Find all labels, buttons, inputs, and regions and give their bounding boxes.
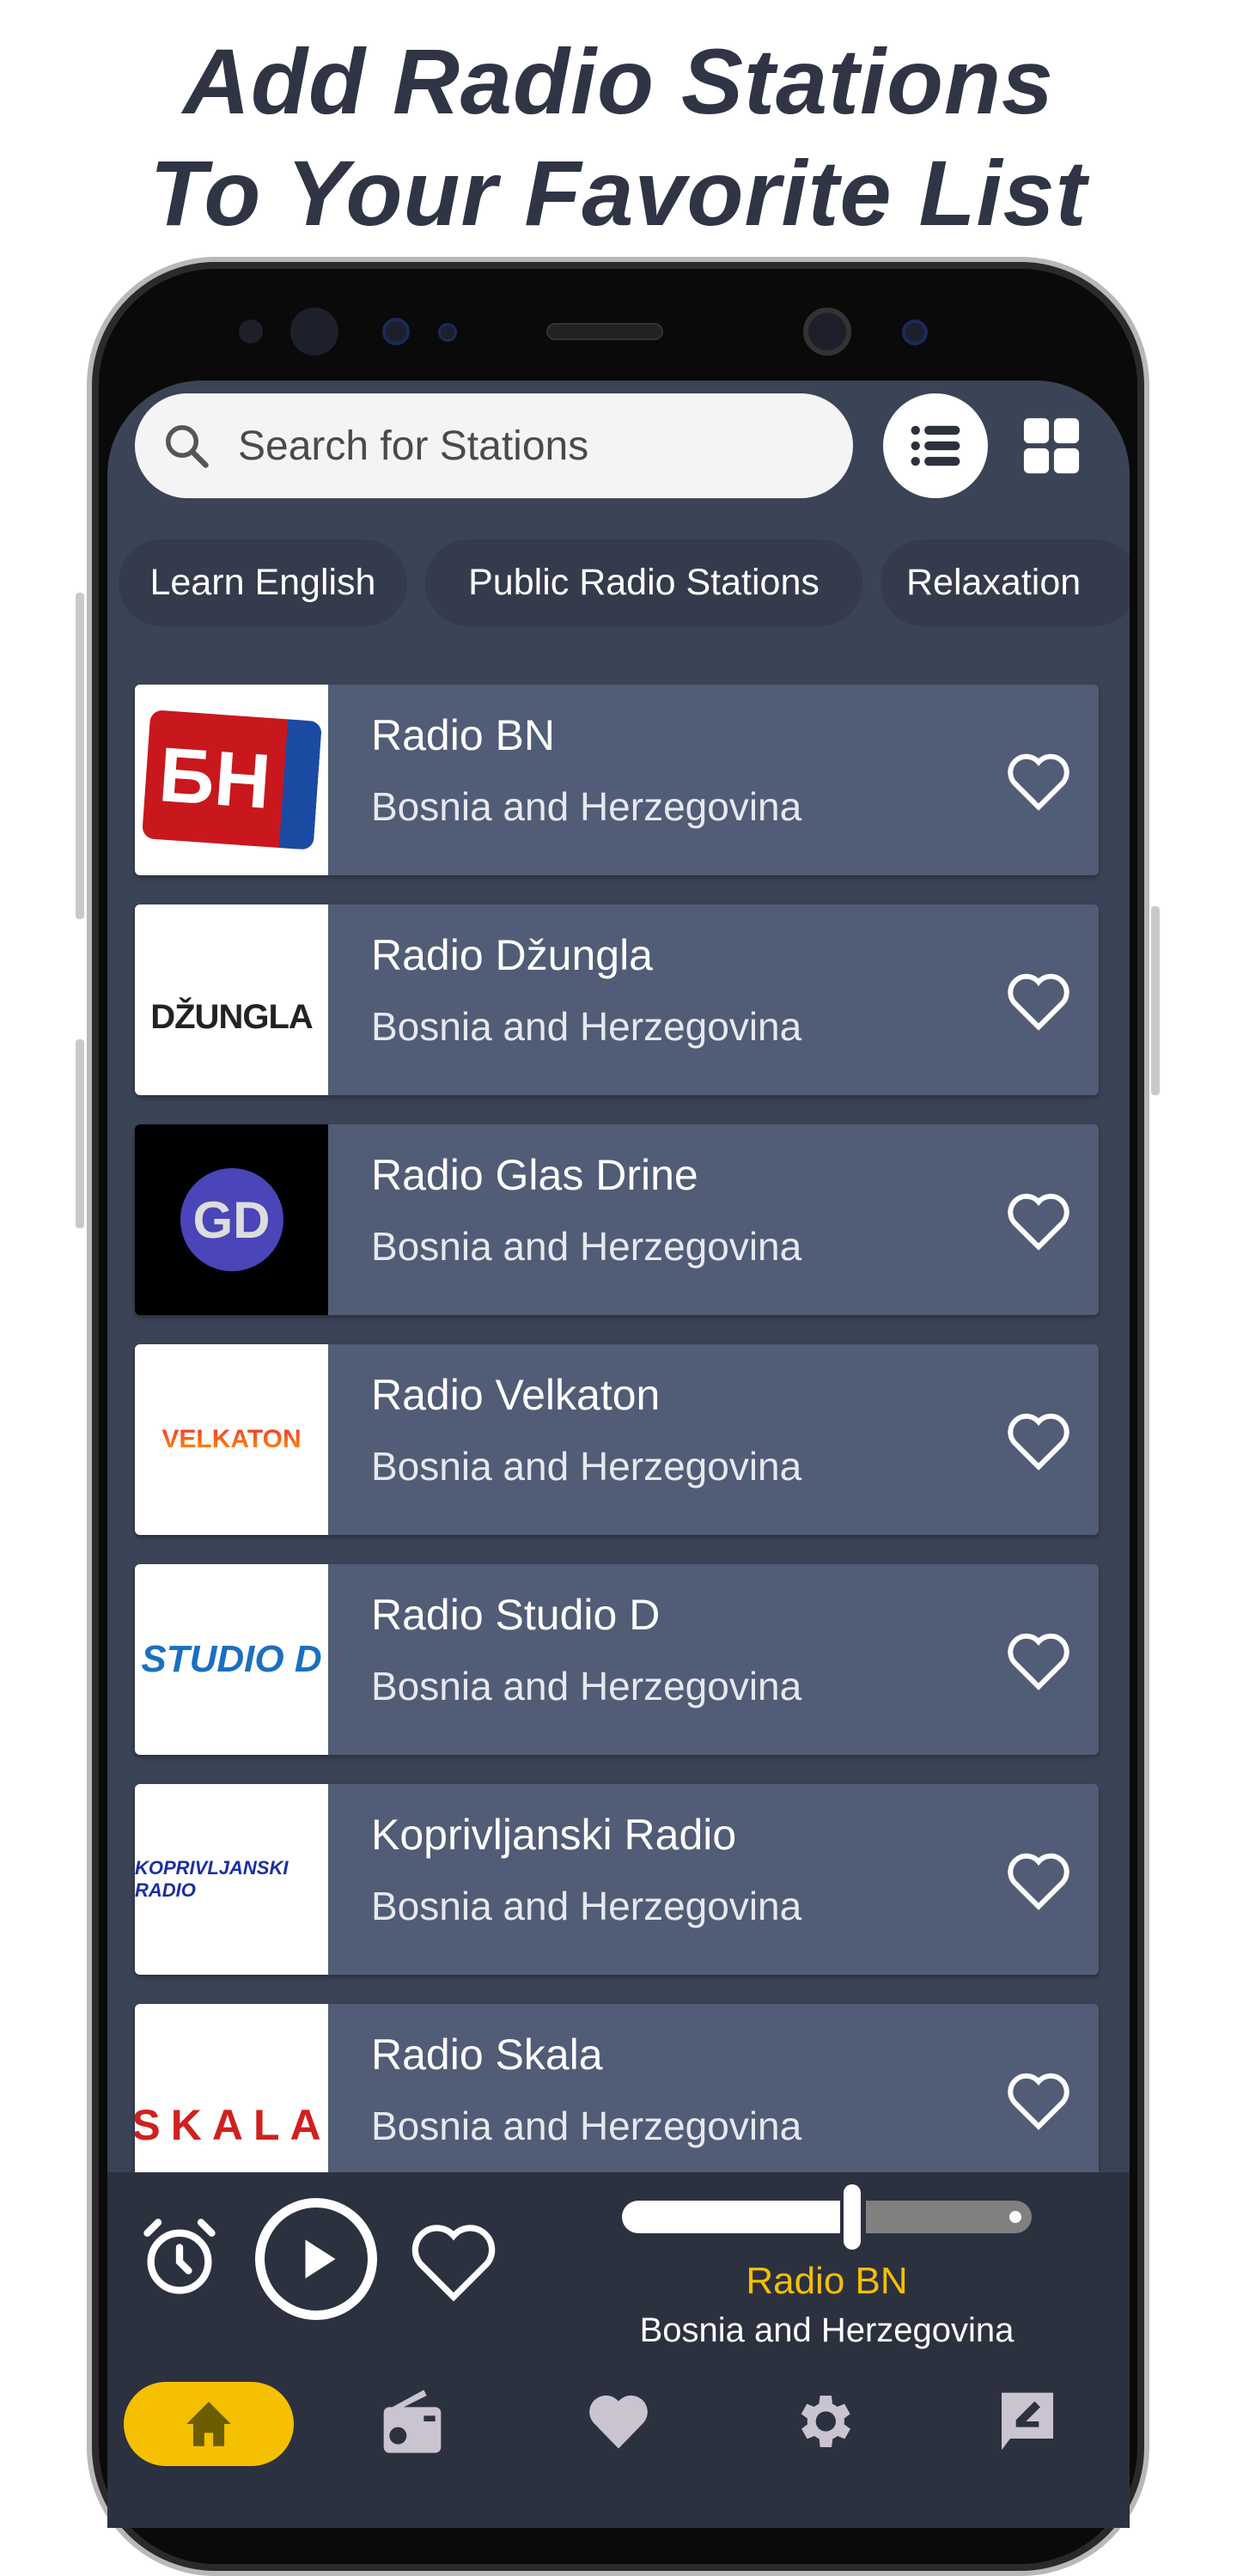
settings-icon[interactable] <box>789 2387 857 2456</box>
station-name: Radio Studio D <box>371 1591 661 1639</box>
chip-public-radio[interactable]: Public Radio Stations <box>425 539 862 626</box>
station-country: Bosnia and Herzegovina <box>371 1224 802 1269</box>
front-camera-icon <box>803 308 851 356</box>
search-icon <box>166 425 209 468</box>
sensor-icon <box>290 308 338 356</box>
station-card[interactable]: STUDIO D Radio Studio D Bosnia and Herze… <box>135 1564 1099 1755</box>
chip-relaxation[interactable]: Relaxation <box>881 539 1130 626</box>
station-name: Radio BN <box>371 711 555 759</box>
now-playing-title: Radio BN <box>746 2260 908 2302</box>
search-input[interactable]: Search for Stations <box>135 393 853 498</box>
station-name: Radio Velkaton <box>371 1371 661 1419</box>
station-name: Radio Skala <box>371 2031 603 2079</box>
nav-home[interactable] <box>124 2382 294 2466</box>
station-logo: GD <box>135 1124 328 1315</box>
station-logo: SKALA <box>135 2004 328 2195</box>
phone-side-button <box>1151 906 1160 1095</box>
station-card[interactable]: БН Radio BN Bosnia and Herzegovina <box>135 685 1099 875</box>
radio-icon[interactable] <box>378 2387 447 2456</box>
favorite-heart-icon[interactable] <box>1004 1185 1073 1254</box>
favorites-icon[interactable] <box>584 2387 653 2456</box>
headline-line-1: Add Radio Stations <box>183 29 1054 133</box>
station-country: Bosnia and Herzegovina <box>371 2104 802 2148</box>
favorite-heart-icon[interactable] <box>1004 965 1073 1034</box>
favorite-heart-icon[interactable] <box>1004 1625 1073 1694</box>
favorite-heart-icon[interactable] <box>1004 2065 1073 2134</box>
station-logo: БН <box>135 685 328 875</box>
earpiece <box>546 323 663 340</box>
volume-thumb[interactable] <box>844 2184 862 2250</box>
station-name: Radio Džungla <box>371 931 653 979</box>
station-card[interactable]: GD Radio Glas Drine Bosnia and Herzegovi… <box>135 1124 1099 1315</box>
station-country: Bosnia and Herzegovina <box>371 1664 802 1708</box>
feedback-icon[interactable] <box>993 2387 1062 2456</box>
station-country: Bosnia and Herzegovina <box>371 1004 802 1049</box>
sensor-icon <box>902 320 928 345</box>
station-card[interactable]: VELKATON Radio Velkaton Bosnia and Herze… <box>135 1344 1099 1535</box>
list-view-icon <box>911 425 960 466</box>
station-country: Bosnia and Herzegovina <box>371 1444 802 1489</box>
sensor-icon <box>438 323 457 342</box>
favorite-outline-icon[interactable] <box>406 2217 501 2303</box>
list-view-button[interactable] <box>883 393 988 498</box>
play-button[interactable] <box>255 2198 377 2320</box>
station-country: Bosnia and Herzegovina <box>371 1884 802 1928</box>
station-card[interactable]: KOPRIVLJANSKI RADIO Koprivljanski Radio … <box>135 1784 1099 1975</box>
station-logo: KOPRIVLJANSKI RADIO <box>135 1784 328 1975</box>
sensor-icon <box>239 320 263 344</box>
search-placeholder: Search for Stations <box>238 423 589 469</box>
phone-side-button <box>76 1039 84 1228</box>
app-screen: Search for Stations Learn English Public… <box>107 381 1130 2528</box>
play-icon <box>305 2239 336 2279</box>
station-logo: DŽUNGLA <box>135 904 328 1095</box>
headline-line-2: To Your Favorite List <box>149 141 1088 245</box>
sensor-icon <box>382 318 410 345</box>
alarm-icon[interactable] <box>137 2215 222 2301</box>
station-card[interactable]: SKALA Radio Skala Bosnia and Herzegovina <box>135 2004 1099 2195</box>
chip-learn-english[interactable]: Learn English <box>119 539 407 626</box>
now-playing-country: Bosnia and Herzegovina <box>639 2311 1015 2349</box>
phone-side-button <box>76 593 84 919</box>
station-name: Koprivljanski Radio <box>371 1811 737 1859</box>
station-logo: VELKATON <box>135 1344 328 1535</box>
favorite-heart-icon[interactable] <box>1004 1845 1073 1914</box>
station-country: Bosnia and Herzegovina <box>371 784 802 829</box>
home-icon <box>186 2402 231 2446</box>
favorite-heart-icon[interactable] <box>1004 746 1073 814</box>
favorite-heart-icon[interactable] <box>1004 1405 1073 1474</box>
grid-view-icon[interactable] <box>1021 416 1082 476</box>
station-card[interactable]: DŽUNGLA Radio Džungla Bosnia and Herzego… <box>135 904 1099 1095</box>
station-name: Radio Glas Drine <box>371 1151 698 1199</box>
mini-player: Radio BN Bosnia and Herzegovina <box>107 2172 1130 2528</box>
volume-slider[interactable] <box>622 2184 1032 2250</box>
station-logo: STUDIO D <box>135 1564 328 1755</box>
